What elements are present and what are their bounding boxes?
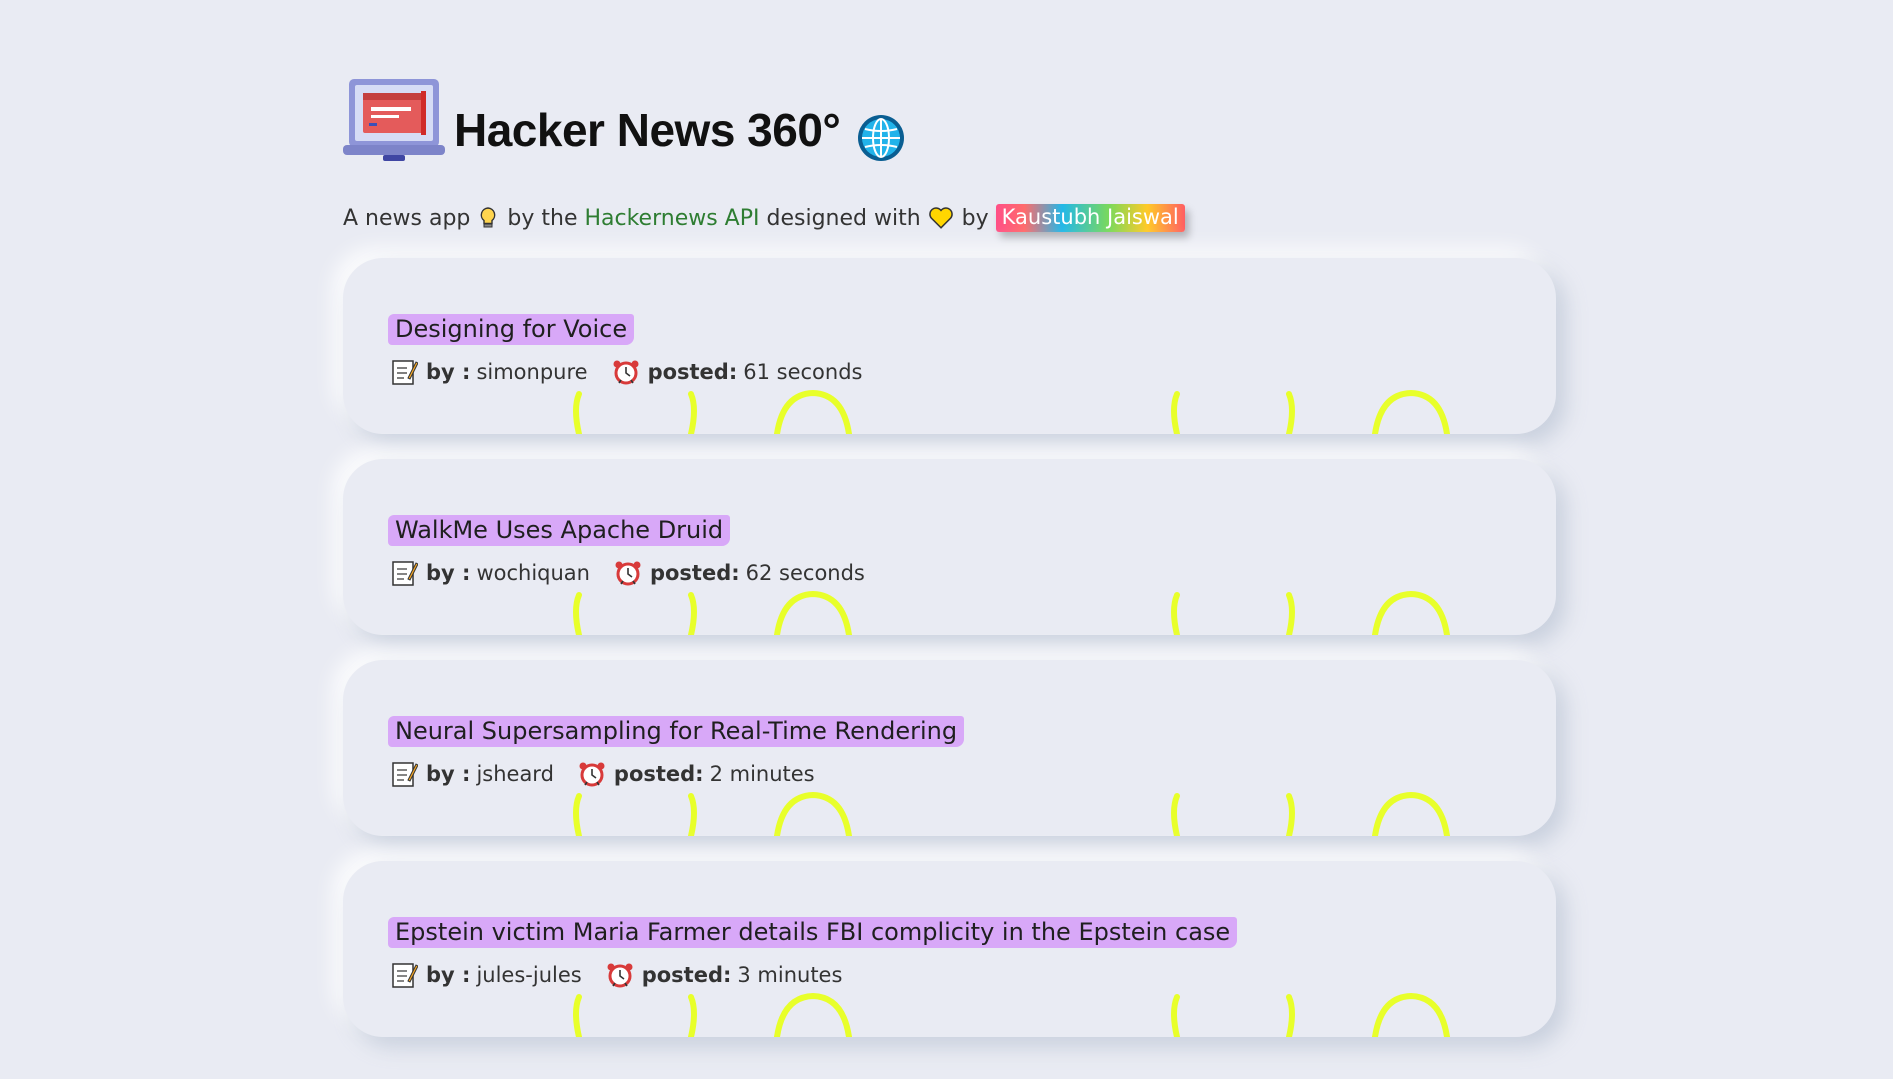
memo-icon bbox=[392, 561, 418, 586]
story-card[interactable]: Neural Supersampling for Real-Time Rende… bbox=[343, 660, 1556, 836]
story-title[interactable]: Neural Supersampling for Real-Time Rende… bbox=[388, 716, 965, 747]
story-author[interactable]: jules-jules bbox=[476, 963, 581, 987]
memo-icon bbox=[392, 762, 418, 787]
memo-icon bbox=[392, 963, 418, 988]
page-container: Hacker News 360° A news app by the Hacke… bbox=[343, 60, 1556, 1062]
subtitle-text-1: A news app bbox=[343, 205, 471, 231]
hackernews-api-link[interactable]: Hackernews API bbox=[584, 206, 759, 231]
by-label: by : bbox=[426, 963, 471, 987]
posted-label: posted: bbox=[641, 963, 732, 987]
laptop-icon bbox=[343, 79, 445, 161]
by-label: by : bbox=[426, 561, 471, 585]
story-title[interactable]: WalkMe Uses Apache Druid bbox=[388, 515, 731, 546]
story-time: 3 minutes bbox=[737, 963, 843, 987]
story-meta: by : jsheard posted: 2 minutes bbox=[390, 760, 815, 788]
lightbulb-icon bbox=[481, 207, 496, 228]
subtitle-text-2: by the bbox=[507, 205, 578, 231]
story-title[interactable]: Designing for Voice bbox=[388, 314, 635, 345]
story-title[interactable]: Epstein victim Maria Farmer details FBI … bbox=[388, 917, 1238, 948]
subtitle-text-3: designed with bbox=[766, 205, 921, 231]
alarm-clock-icon bbox=[615, 561, 641, 586]
alarm-clock-icon bbox=[579, 762, 605, 787]
story-card[interactable]: WalkMe Uses Apache Druid by : wochiquan … bbox=[343, 459, 1556, 635]
posted-label: posted: bbox=[613, 762, 704, 786]
card-decoration bbox=[573, 389, 1450, 434]
card-decoration bbox=[573, 992, 1450, 1037]
story-list: Designing for Voice by : simonpure poste… bbox=[343, 258, 1556, 1037]
posted-label: posted: bbox=[649, 561, 740, 585]
card-decoration bbox=[573, 791, 1450, 836]
header: Hacker News 360° bbox=[343, 60, 1556, 165]
alarm-clock-icon bbox=[613, 360, 639, 385]
story-meta: by : wochiquan posted: 62 seconds bbox=[390, 559, 865, 587]
story-author[interactable]: jsheard bbox=[476, 762, 553, 786]
heart-icon bbox=[928, 207, 953, 229]
by-label: by : bbox=[426, 360, 471, 384]
page-title: Hacker News 360° bbox=[454, 104, 841, 156]
subtitle: A news app by the Hackernews API designe… bbox=[343, 203, 1556, 233]
story-meta: by : simonpure posted: 61 seconds bbox=[390, 358, 862, 386]
author-badge[interactable]: Kaustubh Jaiswal bbox=[995, 204, 1185, 232]
story-card[interactable]: Epstein victim Maria Farmer details FBI … bbox=[343, 861, 1556, 1037]
story-card[interactable]: Designing for Voice by : simonpure poste… bbox=[343, 258, 1556, 434]
subtitle-text-4: by bbox=[961, 205, 989, 231]
story-author[interactable]: simonpure bbox=[476, 360, 587, 384]
by-label: by : bbox=[426, 762, 471, 786]
alarm-clock-icon bbox=[607, 963, 633, 988]
card-decoration bbox=[573, 590, 1450, 635]
globe-icon bbox=[858, 115, 905, 161]
story-time: 61 seconds bbox=[743, 360, 863, 384]
story-meta: by : jules-jules posted: 3 minutes bbox=[390, 961, 842, 989]
story-time: 2 minutes bbox=[709, 762, 815, 786]
story-author[interactable]: wochiquan bbox=[476, 561, 590, 585]
memo-icon bbox=[392, 360, 418, 385]
posted-label: posted: bbox=[647, 360, 738, 384]
story-time: 62 seconds bbox=[745, 561, 865, 585]
